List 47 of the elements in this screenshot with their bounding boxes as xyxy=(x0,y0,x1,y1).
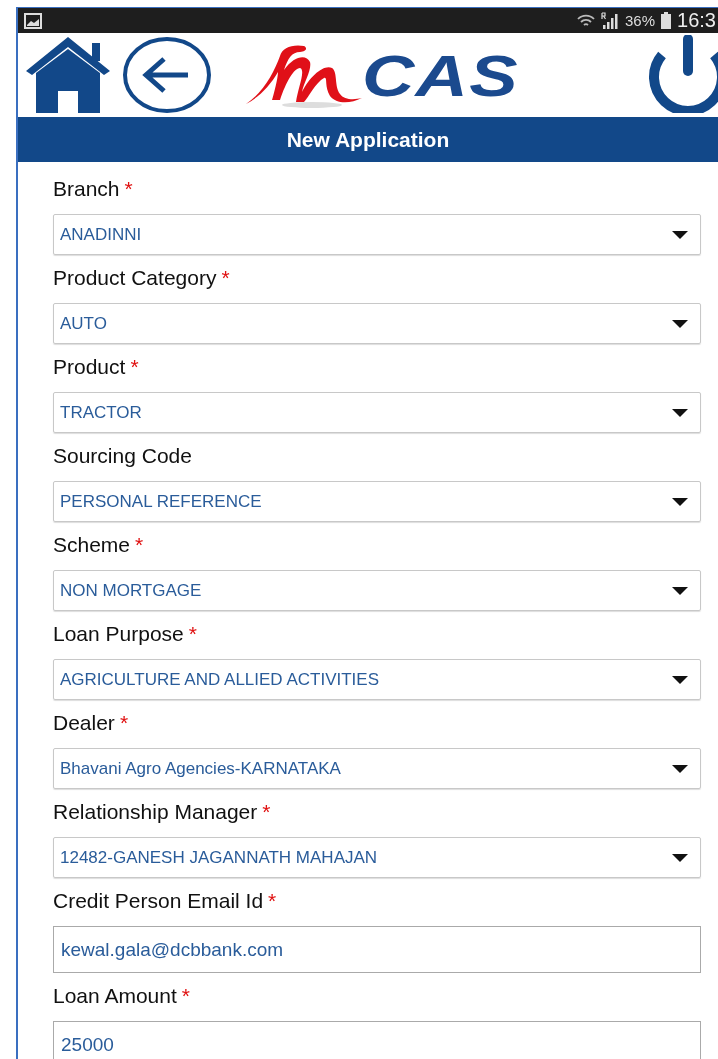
battery-icon xyxy=(661,12,672,29)
signal-icon xyxy=(601,11,620,30)
required-mark: * xyxy=(221,265,230,291)
required-mark: * xyxy=(262,799,271,825)
required-mark: * xyxy=(135,532,144,558)
field-label: Branch xyxy=(53,176,120,202)
home-button[interactable] xyxy=(24,35,112,115)
input-field[interactable]: 25000 xyxy=(53,1021,701,1059)
field-label: Loan Purpose xyxy=(53,621,184,647)
field-label: Product xyxy=(53,354,126,380)
field-label: Relationship Manager xyxy=(53,799,258,825)
dropdown[interactable]: TRACTOR xyxy=(53,392,701,433)
required-mark: * xyxy=(181,983,190,1009)
required-mark: * xyxy=(268,888,277,914)
caret-icon xyxy=(672,764,688,773)
dropdown[interactable]: AUTO xyxy=(53,303,701,344)
input-field[interactable]: kewal.gala@dcbbank.com xyxy=(53,926,701,973)
caret-icon xyxy=(672,853,688,862)
field-label: Loan Amount xyxy=(53,983,177,1009)
field-label: Scheme xyxy=(53,532,131,558)
caret-icon xyxy=(672,230,688,239)
required-mark: * xyxy=(130,354,139,380)
page-title: New Application xyxy=(286,127,450,152)
battery-percent: 36% xyxy=(625,12,656,29)
dropdown[interactable]: Bhavani Agro Agencies-KARNATAKA xyxy=(53,748,701,789)
required-mark: * xyxy=(119,710,129,736)
dropdown[interactable]: AGRICULTURE AND ALLIED ACTIVITIES xyxy=(53,659,701,700)
dropdown[interactable]: 12482-GANESH JAGANNATH MAHAJAN xyxy=(53,837,701,878)
required-mark: * xyxy=(188,621,197,647)
dropdown[interactable]: PERSONAL REFERENCE xyxy=(53,481,701,522)
dropdown[interactable]: ANADINNI xyxy=(53,214,701,255)
back-button[interactable] xyxy=(122,36,212,114)
wifi-icon xyxy=(577,12,596,29)
caret-icon xyxy=(672,497,688,506)
picture-icon xyxy=(24,12,42,29)
clock: 16:3 xyxy=(677,9,716,32)
logo-text: CAS xyxy=(362,41,519,109)
caret-icon xyxy=(672,319,688,328)
field-label: Dealer xyxy=(53,710,115,736)
caret-icon xyxy=(672,586,688,595)
required-mark: * xyxy=(124,176,133,202)
caret-icon xyxy=(672,675,688,684)
field-label: Sourcing Code xyxy=(53,443,192,469)
dropdown[interactable]: NON MORTGAGE xyxy=(53,570,701,611)
field-label: Product Category xyxy=(53,265,217,291)
caret-icon xyxy=(672,408,688,417)
field-label: Credit Person Email Id xyxy=(53,888,264,914)
